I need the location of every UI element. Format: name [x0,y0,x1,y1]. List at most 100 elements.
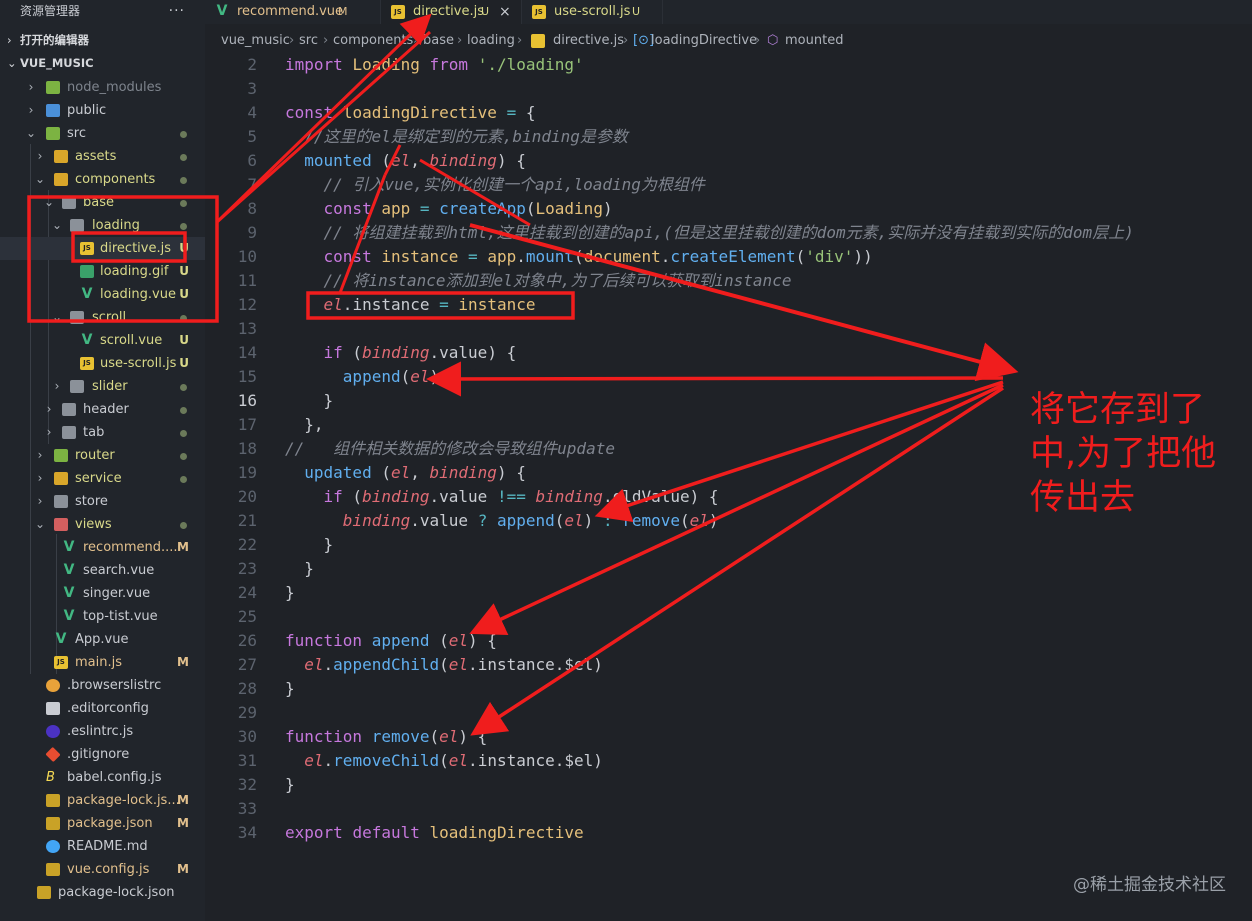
tree-item-tab[interactable]: › tab [0,421,205,444]
breadcrumb-item[interactable]: loadingDirective [651,30,757,52]
tree-item-base[interactable]: ⌄ base [0,191,205,214]
breadcrumb: vue_music › src › components › base › lo… [205,30,1252,52]
eslint-icon [46,725,60,738]
tree-item-label: use-scroll.js [100,356,177,371]
tree-item-label: store [75,494,108,509]
tab-recommend-vue[interactable]: V recommend.vue M [205,0,381,24]
vue-file-icon: V [63,539,75,555]
tree-item-vue-config[interactable]: vue.config.js M [0,858,205,881]
tree-item-package-lock-js[interactable]: package-lock.js... M [0,789,205,812]
tree-item-label: loading.gif [100,264,169,279]
code-line: 34 export default loadingDirective [237,823,584,842]
tree-item-recommend-vue[interactable]: V recommend.... M [0,536,205,559]
tree-item-label: top-tist.vue [83,609,158,624]
breadcrumb-item[interactable]: directive.js [553,30,624,52]
tree-item-label: package-lock.json [58,885,175,900]
open-editors-section[interactable]: › 打开的编辑器 [0,29,205,51]
tree-item-search-vue[interactable]: V search.vue [0,559,205,582]
tree-item-router[interactable]: › router [0,444,205,467]
tree-item-top-tist-vue[interactable]: V top-tist.vue [0,605,205,628]
tree-item-scroll-vue[interactable]: V scroll.vue U [0,329,205,352]
folder-icon [46,81,60,94]
vue-file-icon: V [63,585,75,601]
tree-item-main-js[interactable]: JS main.js M [0,651,205,674]
tree-item-assets[interactable]: › assets [0,145,205,168]
tree-item-eslintrc[interactable]: .eslintrc.js [0,720,205,743]
tree-item-loading[interactable]: ⌄ loading [0,214,205,237]
folder-icon [46,104,60,117]
code-line: 30 function remove(el) { [237,727,488,746]
git-status-badge: M [177,816,189,830]
tree-item-header[interactable]: › header [0,398,205,421]
status-dot [180,223,187,230]
code-line: 8 const app = createApp(Loading) [247,199,613,218]
code-line: 10 const instance = app.mount(document.c… [237,247,873,266]
tree-item-browserslistrc[interactable]: .browserslistrc [0,674,205,697]
breadcrumb-item[interactable]: src [299,30,318,52]
code-line: 28} [237,679,295,698]
tree-item-directive-js[interactable]: JS directive.js U [0,237,205,260]
tab-directive-js[interactable]: JS directive.js U × [381,0,522,24]
folder-icon [54,449,68,462]
folder-icon [70,311,84,324]
tree-item-label: scroll.vue [100,333,163,348]
tree-item-public[interactable]: › public [0,99,205,122]
breadcrumb-item[interactable]: vue_music [221,30,290,52]
breadcrumb-item[interactable]: base [423,30,454,52]
git-status-badge: M [177,862,189,876]
js-file-icon: JS [80,242,94,255]
tree-item-slider[interactable]: › slider [0,375,205,398]
image-file-icon [80,265,94,278]
tree-item-label: base [83,195,114,210]
tab-use-scroll-js[interactable]: JS use-scroll.js U [522,0,663,24]
breadcrumb-item[interactable]: loading [467,30,515,52]
code-line: 29 [237,703,257,722]
breadcrumb-item[interactable]: components [333,30,413,52]
tree-item-src[interactable]: ⌄ src [0,122,205,145]
tree-item-components[interactable]: ⌄ components [0,168,205,191]
tree-item-editorconfig[interactable]: .editorconfig [0,697,205,720]
git-status-badge: U [179,356,189,370]
tree-item-node-modules[interactable]: › node_modules [0,76,205,99]
explorer-title: 资源管理器 [20,4,81,18]
info-icon [46,840,60,853]
status-dot [180,453,187,460]
tree-item-scroll[interactable]: ⌄ scroll [0,306,205,329]
tree-item-label: .eslintrc.js [67,724,134,739]
annotation-text: 将它存到了中,为了把他传出去 [1030,390,1217,518]
tree-item-label: main.js [75,655,122,670]
project-label: VUE_MUSIC [20,56,94,70]
status-dot [180,154,187,161]
tree-item-babel-config[interactable]: B babel.config.js [0,766,205,789]
tree-item-service[interactable]: › service [0,467,205,490]
more-actions-icon[interactable]: ··· [169,0,185,22]
breadcrumb-item[interactable]: mounted [785,30,843,52]
tree-item-loading-gif[interactable]: loading.gif U [0,260,205,283]
tree-item-label: .browserslistrc [67,678,162,693]
code-line: 2 import Loading from './loading' [247,55,584,74]
project-section[interactable]: ⌄ VUE_MUSIC [0,52,205,74]
tree-item-label: components [75,172,156,187]
method-icon: ⬡ [767,33,779,48]
vue-file-icon: V [216,3,228,19]
status-dot [180,407,187,414]
tree-item-singer-vue[interactable]: V singer.vue [0,582,205,605]
code-line: 24} [237,583,295,602]
status-dot [180,131,187,138]
close-icon[interactable]: × [499,0,511,24]
code-line: 3 [247,79,257,98]
tree-item-loading-vue[interactable]: V loading.vue U [0,283,205,306]
tree-item-label: .gitignore [67,747,130,762]
tree-item-store[interactable]: › store [0,490,205,513]
tree-item-package-lock-json[interactable]: package-lock.json [0,881,205,904]
tree-item-readme[interactable]: README.md [0,835,205,858]
tree-item-app-vue[interactable]: V App.vue [0,628,205,651]
tree-item-package-json[interactable]: package.json M [0,812,205,835]
code-line: 33 [237,799,257,818]
tree-item-use-scroll-js[interactable]: JS use-scroll.js U [0,352,205,375]
tree-item-views[interactable]: ⌄ views [0,513,205,536]
tree-item-gitignore[interactable]: .gitignore [0,743,205,766]
tree-item-label: header [83,402,129,417]
code-line: 11 // 将instance添加到el对象中,为了后续可以获取到instanc… [237,271,792,290]
code-line: 27 el.appendChild(el.instance.$el) [237,655,603,674]
